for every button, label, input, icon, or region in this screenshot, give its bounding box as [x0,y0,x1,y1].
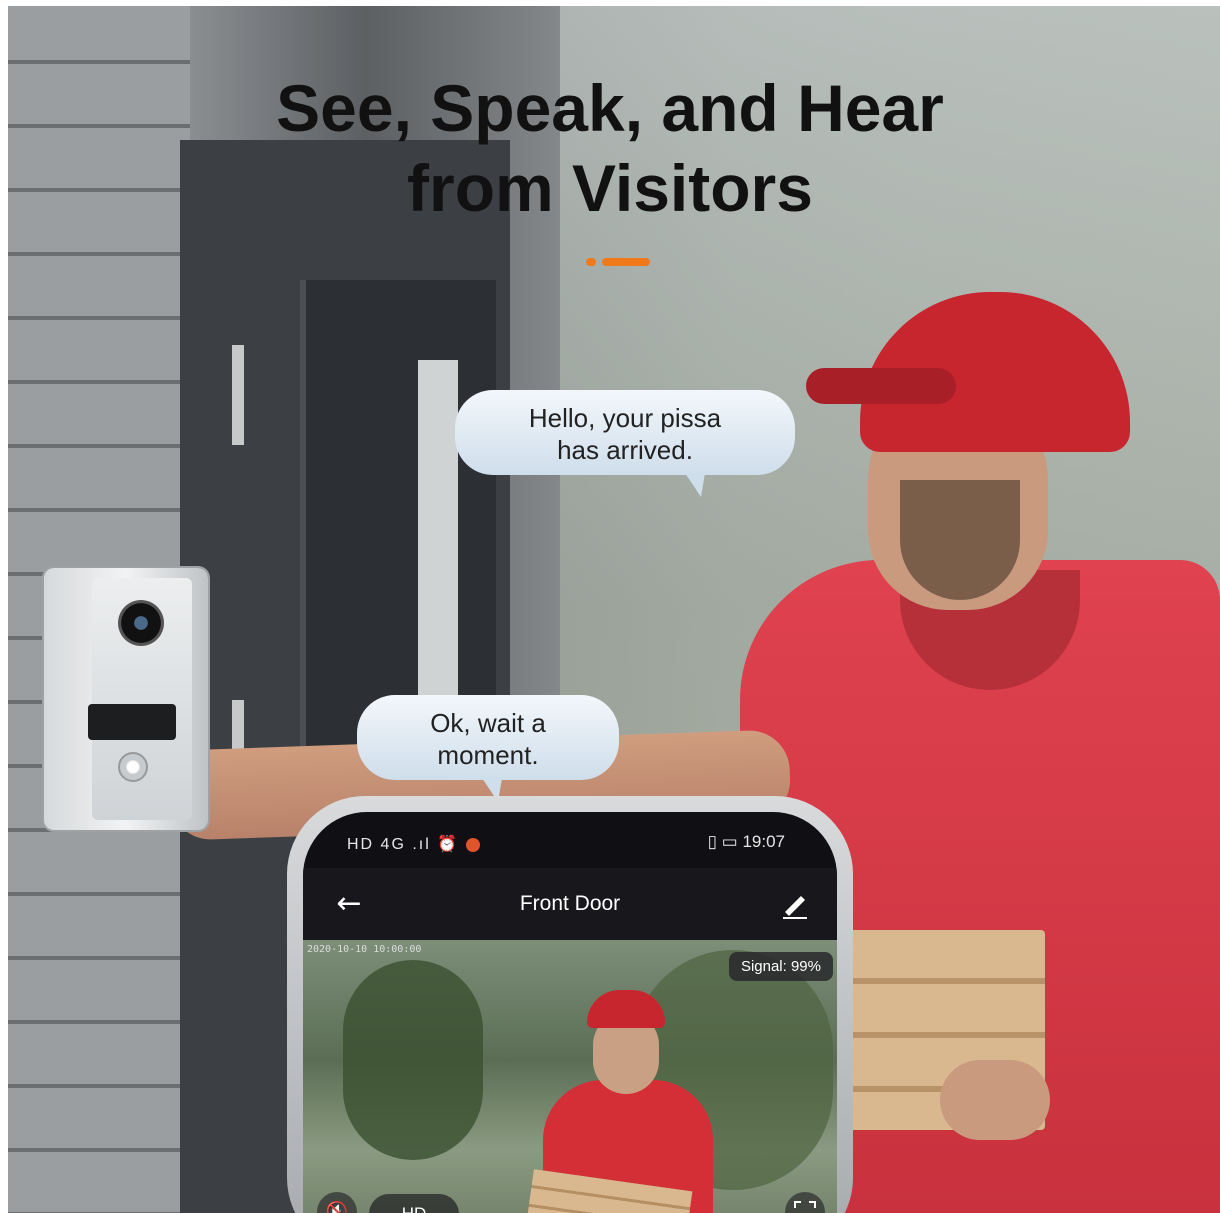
battery-icon: ▯ ▭ [707,832,738,851]
signal-badge: Signal: 99% [728,952,833,981]
notification-dot-icon [465,837,480,852]
smartphone: HD 4G .ıl ⏰ ▯ ▭ 19:07 ← Front Door 2020-… [287,796,853,1213]
headline-line-2: from Visitors [407,151,813,225]
feed-visitor [525,990,713,1213]
live-video-feed[interactable]: 2020-10-10 10:00:00 Signal: 99% 🔇 HD [303,940,837,1213]
camera-lens-icon [118,600,164,646]
bubble-visitor-line-2: has arrived. [557,435,693,465]
speech-bubble-owner: Ok, wait a moment. [357,695,619,802]
edit-pencil-icon[interactable] [775,884,815,924]
app-bar: ← Front Door [303,868,837,948]
phone-screen: HD 4G .ıl ⏰ ▯ ▭ 19:07 ← Front Door 2020-… [303,812,837,1213]
bubble-owner-line-1: Ok, wait a [430,708,546,738]
red-cap-brim [806,368,956,404]
hero-scene: See, Speak, and Hear from Visitors Hello… [0,0,1220,1213]
status-left-icons: HD 4G .ıl ⏰ [347,834,480,854]
feed-tree [343,960,483,1160]
doorbell-button[interactable] [118,752,148,782]
feed-visitor-cap [587,990,665,1028]
door-hinge [232,345,244,445]
status-time: 19:07 [742,832,785,851]
bubble-visitor-line-1: Hello, your pissa [528,403,722,433]
network-icons: HD 4G .ıl ⏰ [347,836,460,853]
headline: See, Speak, and Hear from Visitors [0,68,1220,228]
status-right: ▯ ▭ 19:07 [708,832,785,852]
headline-line-1: See, Speak, and Hear [276,71,944,145]
video-controls: 🔇 HD [303,1182,837,1213]
ir-sensor-panel [88,704,176,740]
status-bar: HD 4G .ıl ⏰ ▯ ▭ 19:07 [303,812,837,868]
delivery-man-beard [900,480,1020,600]
accent-bar [602,258,650,266]
speech-bubble-visitor: Hello, your pissa has arrived. [455,390,795,497]
bubble-owner-line-2: moment. [437,740,539,770]
hand-holding-boxes [940,1060,1050,1140]
quality-toggle-button[interactable]: HD [369,1194,459,1213]
device-title: Front Door [519,892,621,915]
fullscreen-icon[interactable] [785,1192,825,1213]
mute-speaker-icon[interactable]: 🔇 [317,1192,357,1213]
accent-dot [586,258,596,266]
video-timestamp: 2020-10-10 10:00:00 [307,944,422,955]
